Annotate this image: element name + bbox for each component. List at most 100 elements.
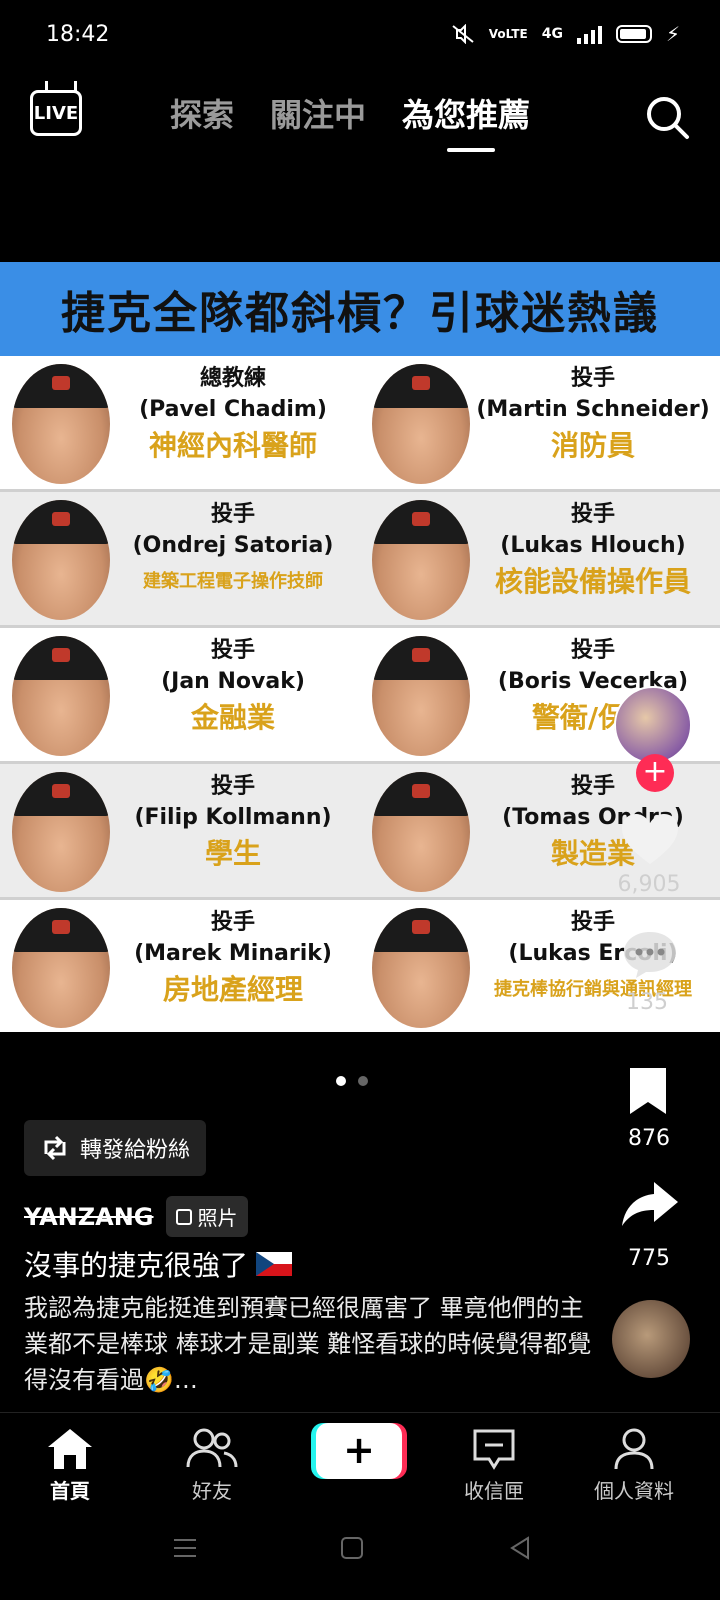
nav-home[interactable]: 首頁 — [10, 1427, 130, 1504]
nav-home-label: 首頁 — [50, 1479, 90, 1503]
menu-icon[interactable] — [172, 1536, 198, 1560]
player-role: 投手 — [210, 638, 255, 663]
like-icon[interactable] — [620, 812, 680, 868]
player-card: 投手 (Lukas Hlouch) 核能設備操作員 — [360, 492, 720, 628]
status-icons: VoLTE 4G ⚡ — [451, 22, 680, 46]
player-name: (Jan Novak) — [161, 669, 305, 694]
player-job: 神經內科醫師 — [148, 429, 317, 462]
tab-explore[interactable]: 探索 — [170, 90, 234, 136]
friends-icon — [186, 1428, 238, 1468]
nav-profile-label: 個人資料 — [594, 1479, 674, 1503]
player-role: 投手 — [210, 910, 255, 935]
player-name: (Lukas Hlouch) — [500, 533, 686, 558]
player-role: 投手 — [570, 502, 615, 527]
player-card: 投手 (Ondrej Satoria) 建築工程電子操作技師 — [0, 492, 360, 628]
player-card: 投手 (Marek Minarik) 房地產經理 — [0, 900, 360, 1032]
status-time: 18:42 — [46, 22, 110, 47]
home-button-icon[interactable] — [340, 1536, 364, 1560]
bottom-nav: 首頁 好友 + 收信匣 個人資料 — [0, 1412, 720, 1512]
player-job: 金融業 — [190, 701, 275, 734]
pager-dot — [358, 1076, 368, 1086]
mute-icon — [452, 24, 474, 44]
follow-button[interactable]: + — [636, 754, 674, 792]
bookmark-count: 876 — [628, 1126, 670, 1151]
photo-icon — [175, 1208, 192, 1225]
player-card: 總教練 (Pavel Chadim) 神經內科醫師 — [0, 356, 360, 492]
tab-following[interactable]: 關注中 — [270, 90, 366, 136]
create-button[interactable]: + — [316, 1423, 402, 1479]
player-name: (Martin Schneider) — [476, 397, 710, 422]
profile-icon — [614, 1428, 654, 1470]
back-icon[interactable] — [508, 1536, 532, 1560]
player-name: (Marek Minarik) — [134, 941, 332, 966]
photo-tag: 照片 — [165, 1196, 248, 1237]
bookmark-icon[interactable] — [628, 1066, 668, 1116]
live-label: LIVE — [33, 102, 79, 124]
post-headline: 捷克全隊都斜槓？引球迷熱議 — [0, 262, 720, 356]
player-name: (Ondrej Satoria) — [132, 533, 334, 558]
player-photo — [372, 908, 470, 1028]
player-card: 投手 (Jan Novak) 金融業 — [0, 628, 360, 764]
player-photo — [372, 500, 470, 620]
player-role: 投手 — [210, 502, 255, 527]
status-bar: 18:42 VoLTE 4G ⚡ — [0, 0, 720, 70]
nav-inbox-label: 收信匣 — [464, 1479, 524, 1503]
image-pager — [336, 1076, 368, 1086]
comment-icon[interactable] — [622, 930, 678, 980]
player-job: 消防員 — [550, 429, 635, 462]
music-disc[interactable] — [612, 1300, 690, 1378]
player-photo — [12, 364, 110, 484]
like-count: 6,905 — [617, 872, 681, 897]
post-author-row: YANZANG 照片 — [24, 1196, 248, 1237]
player-job: 核能設備操作員 — [494, 565, 691, 598]
repost-label: 轉發給粉絲 — [80, 1138, 191, 1163]
nav-inbox[interactable]: 收信匣 — [434, 1427, 554, 1504]
creator-avatar[interactable] — [614, 686, 692, 764]
live-icon[interactable]: LIVE — [30, 90, 82, 136]
home-icon — [48, 1429, 92, 1469]
player-role: 投手 — [570, 638, 615, 663]
player-name: (Boris Vecerka) — [497, 669, 689, 694]
charging-icon: ⚡ — [665, 22, 680, 46]
repost-icon — [44, 1135, 66, 1161]
player-role: 投手 — [570, 366, 615, 391]
nav-friends[interactable]: 好友 — [152, 1427, 272, 1504]
player-photo — [372, 636, 470, 756]
share-icon[interactable] — [620, 1180, 680, 1230]
pager-dot-active — [336, 1076, 346, 1086]
czech-flag-icon — [256, 1252, 293, 1276]
comment-count: 135 — [626, 990, 668, 1015]
nav-profile[interactable]: 個人資料 — [574, 1427, 694, 1504]
player-photo — [12, 500, 110, 620]
repost-button[interactable]: 轉發給粉絲 — [24, 1120, 207, 1176]
player-role: 總教練 — [199, 366, 266, 391]
caption-body[interactable]: 我認為捷克能挺進到預賽已經很厲害了 畢竟他們的主業都不是棒球 棒球才是副業 難怪… — [24, 1290, 594, 1398]
player-photo — [12, 908, 110, 1028]
inbox-icon — [473, 1429, 515, 1470]
player-role: 投手 — [210, 774, 255, 799]
player-photo — [12, 636, 110, 756]
caption-title: 沒事的捷克很強了 — [24, 1249, 249, 1282]
share-count: 775 — [628, 1246, 670, 1271]
nav-friends-label: 好友 — [192, 1479, 232, 1503]
post-image[interactable]: 捷克全隊都斜槓？引球迷熱議 總教練 (Pavel Chadim) 神經內科醫師 投手… — [0, 262, 720, 1032]
author-name[interactable]: YANZANG — [24, 1203, 154, 1231]
photo-tag-label: 照片 — [197, 1206, 238, 1230]
player-grid: 總教練 (Pavel Chadim) 神經內科醫師 投手 (Martin Schnei… — [0, 356, 720, 1032]
player-name: (Filip Kollmann) — [134, 805, 332, 830]
battery-icon — [615, 25, 652, 43]
search-icon[interactable] — [644, 94, 690, 140]
signal-icon — [576, 24, 602, 44]
player-job: 學生 — [204, 837, 261, 870]
player-job: 房地產經理 — [162, 973, 303, 1006]
player-photo — [372, 364, 470, 484]
system-nav — [0, 1520, 720, 1600]
tab-for-you[interactable]: 為您推薦 — [402, 90, 530, 152]
player-photo — [372, 772, 470, 892]
player-name: (Pavel Chadim) — [139, 397, 327, 422]
player-job: 建築工程電子操作技師 — [143, 571, 323, 592]
player-photo — [12, 772, 110, 892]
player-card: 投手 (Filip Kollmann) 學生 — [0, 764, 360, 900]
feed-tabs: 探索 關注中 為您推薦 — [170, 90, 530, 152]
volte-badge: VoLTE — [488, 27, 528, 41]
